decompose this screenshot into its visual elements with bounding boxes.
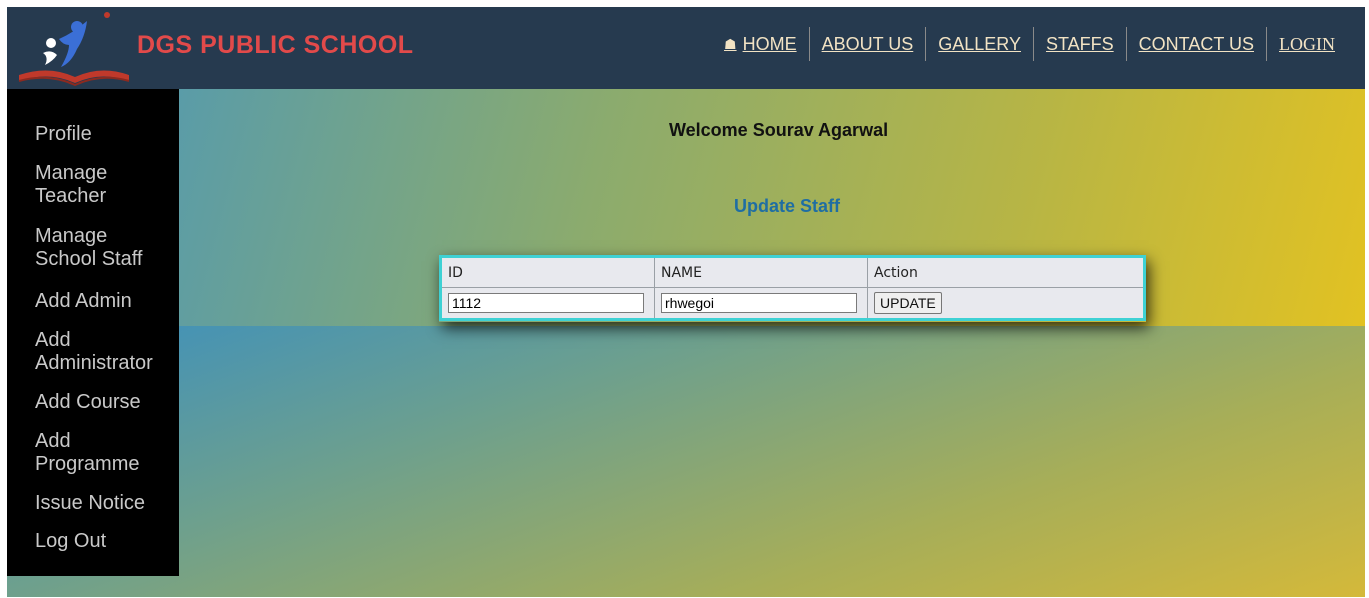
content-background-bottom [7, 326, 1365, 597]
update-button[interactable]: UPDATE [874, 292, 942, 314]
sidebar-item-manage-teacher[interactable]: Manage Teacher [35, 162, 145, 208]
page-frame: DGS PUBLIC SCHOOL ☗ HOME ABOUT US GALLER… [7, 7, 1365, 597]
form-title: Update Staff [734, 196, 841, 216]
name-cell [654, 287, 868, 320]
table-row: UPDATE [440, 287, 1145, 320]
id-cell [440, 287, 655, 320]
sidebar-item-add-administrator[interactable]: Add Administrator [35, 329, 155, 375]
site-header: DGS PUBLIC SCHOOL ☗ HOME ABOUT US GALLER… [7, 7, 1365, 89]
nav-home[interactable]: ☗ HOME [712, 27, 809, 61]
column-header-name: NAME [654, 256, 868, 288]
sidebar-item-profile[interactable]: Profile [35, 123, 92, 146]
sidebar-item-add-programme[interactable]: Add Programme [35, 430, 145, 476]
sidebar-item-manage-school-staff[interactable]: Manage School Staff [35, 225, 165, 271]
sidebar-item-add-course[interactable]: Add Course [35, 391, 141, 414]
sidebar-item-issue-notice[interactable]: Issue Notice [35, 492, 145, 515]
nav-staffs[interactable]: STAFFS [1032, 27, 1126, 61]
column-header-id: ID [440, 256, 655, 288]
nav-about-us[interactable]: ABOUT US [808, 27, 926, 61]
column-header-action: Action [867, 256, 1145, 288]
sidebar: Profile Manage Teacher Manage School Sta… [7, 89, 179, 576]
top-navigation: ☗ HOME ABOUT US GALLERY STAFFS CONTACT U… [712, 27, 1347, 61]
update-staff-table-container: ID NAME Action UPDATE [439, 255, 1146, 322]
nav-contact-us[interactable]: CONTACT US [1125, 27, 1266, 61]
welcome-message: Welcome Sourav Agarwal [669, 120, 889, 140]
update-staff-table: ID NAME Action UPDATE [439, 255, 1146, 321]
staff-id-input[interactable] [448, 293, 644, 313]
nav-gallery[interactable]: GALLERY [925, 27, 1033, 61]
school-logo[interactable] [15, 9, 133, 87]
sidebar-item-log-out[interactable]: Log Out [35, 530, 106, 553]
sidebar-item-add-admin[interactable]: Add Admin [35, 290, 132, 313]
staff-name-input[interactable] [661, 293, 857, 313]
home-icon: ☗ [724, 35, 737, 52]
school-name: DGS PUBLIC SCHOOL [137, 31, 414, 59]
table-header-row: ID NAME Action [440, 256, 1145, 288]
action-cell: UPDATE [867, 287, 1145, 320]
nav-home-label: HOME [742, 33, 797, 54]
nav-login[interactable]: LOGIN [1266, 27, 1347, 61]
